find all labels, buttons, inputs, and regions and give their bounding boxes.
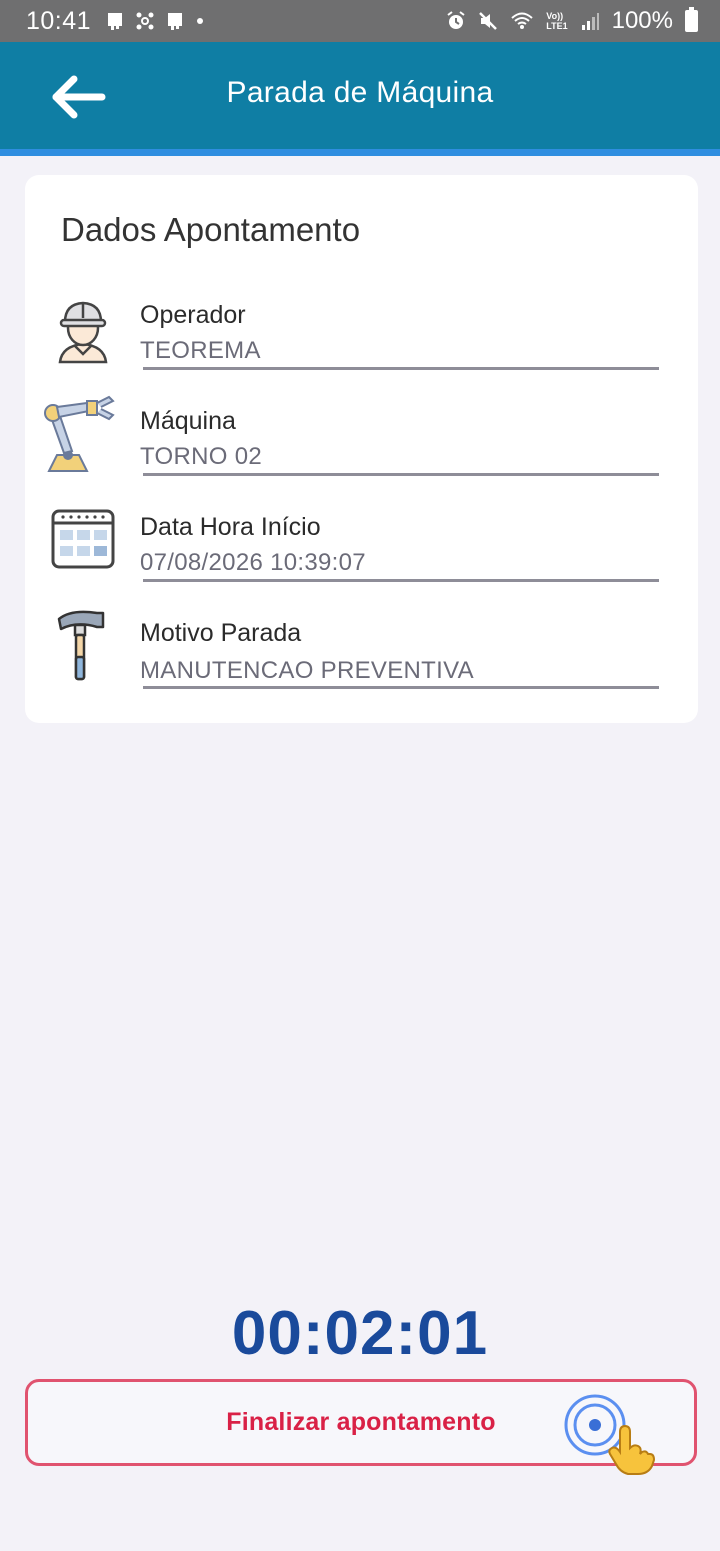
network-hub-icon bbox=[136, 12, 154, 30]
worker-helmet-icon bbox=[43, 291, 123, 371]
field-value[interactable]: TORNO 02 bbox=[140, 443, 262, 471]
status-right-icons: Vo)) LTE1 100% bbox=[446, 7, 698, 35]
field-operador: Operador TEOREMA bbox=[25, 285, 698, 385]
page-title: Parada de Máquina bbox=[226, 76, 494, 109]
elapsed-timer: 00:02:01 bbox=[231, 1299, 489, 1368]
volte-icon: Vo)) LTE1 bbox=[546, 11, 567, 31]
battery-percent: 100% bbox=[611, 7, 673, 34]
status-bar: 10:41 Vo)) LTE1 100% bbox=[0, 0, 720, 42]
tap-indicator-icon bbox=[564, 1394, 656, 1475]
volte-label: Vo)) bbox=[546, 11, 564, 21]
field-data-hora-inicio: Data Hora Início 07/08/2026 10:39:07 bbox=[25, 497, 698, 597]
mute-icon bbox=[479, 12, 498, 30]
field-motivo-parada: Motivo Parada MANUTENCAO PREVENTIVA bbox=[25, 603, 698, 703]
field-label: Operador bbox=[140, 301, 246, 329]
app-bar-accent bbox=[0, 149, 720, 156]
robotic-arm-icon bbox=[39, 393, 119, 473]
finalizar-apontamento-label: Finalizar apontamento bbox=[226, 1408, 496, 1436]
wifi-icon bbox=[511, 12, 533, 29]
hammer-icon bbox=[43, 605, 123, 685]
field-label: Data Hora Início bbox=[140, 513, 321, 541]
field-underline bbox=[143, 686, 659, 689]
field-underline bbox=[143, 473, 659, 476]
notification-icon bbox=[108, 13, 123, 30]
signal-icon bbox=[581, 13, 599, 30]
field-maquina: Máquina TORNO 02 bbox=[25, 391, 698, 491]
field-label: Máquina bbox=[140, 407, 236, 435]
field-value[interactable]: MANUTENCAO PREVENTIVA bbox=[140, 657, 474, 685]
battery-icon bbox=[685, 7, 698, 32]
field-underline bbox=[143, 367, 659, 370]
status-time: 10:41 bbox=[26, 6, 92, 35]
field-underline bbox=[143, 579, 659, 582]
calendar-icon bbox=[43, 499, 123, 579]
field-label: Motivo Parada bbox=[140, 619, 302, 647]
dot-icon bbox=[197, 18, 204, 24]
lte-label: LTE1 bbox=[546, 21, 568, 31]
alarm-icon bbox=[447, 11, 465, 29]
field-value[interactable]: TEOREMA bbox=[140, 337, 261, 365]
field-value[interactable]: 07/08/2026 10:39:07 bbox=[140, 549, 366, 577]
status-left-icons bbox=[105, 11, 205, 31]
dados-apontamento-card: Dados Apontamento Operador TEOREMA Máqui… bbox=[25, 175, 698, 723]
card-title: Dados Apontamento bbox=[61, 211, 361, 248]
notification-icon bbox=[168, 13, 183, 30]
